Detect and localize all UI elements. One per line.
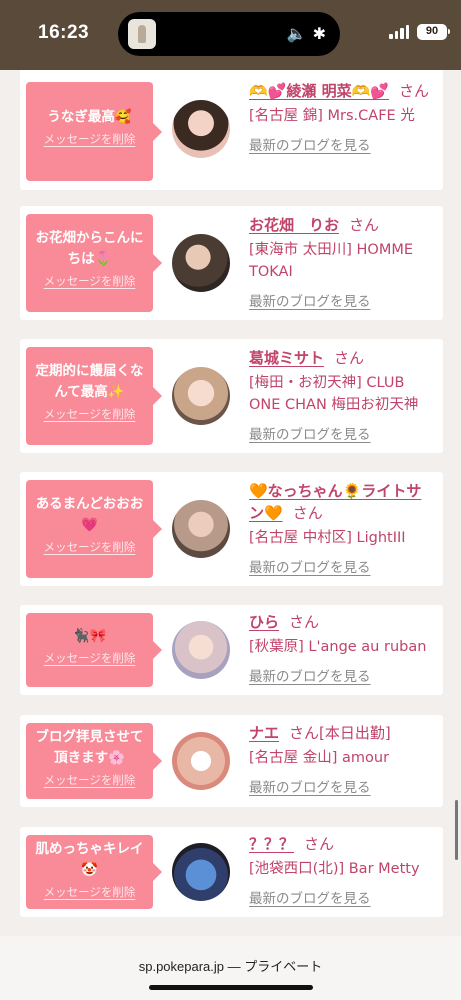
honorific: さん [398,82,429,100]
delete-message-link[interactable]: メッセージを削除 [44,539,136,555]
shop-info: [秋葉原] L'ange au ruban [249,639,427,655]
latest-blog-link[interactable]: 最新のブログを見る [249,776,435,796]
avatar[interactable] [172,100,230,158]
battery-icon: 90 [417,24,450,40]
message-feed[interactable]: うなぎ最高🥰 メッセージを削除 🫶💕綾瀬 明菜🫶💕 さん [名古屋 錦] Mrs.… [0,70,461,936]
honorific: さん [292,504,323,522]
message-card: 🐈‍⬛🎀 メッセージを削除 ひら さん [秋葉原] L'ange au ruban… [20,605,443,695]
message-text: お花畑からこんにちは🌷 [35,230,144,267]
message-text: 🐈‍⬛🎀 [72,628,107,644]
signal-icon [389,25,409,39]
profile-name-link[interactable]: ナエ [249,724,279,742]
profile-name-link[interactable]: 葛城ミサト [249,349,324,367]
profile-name-link[interactable]: 🫶💕綾瀬 明菜🫶💕 [249,82,389,100]
browser-bottom-bar: sp.pokepara.jp — プライベート [0,936,461,1000]
shop-info: [梅田・お初天神] CLUB ONE CHAN 梅田お初天神 [249,375,419,413]
avatar[interactable] [172,621,230,679]
latest-blog-link[interactable]: 最新のブログを見る [249,887,435,907]
delete-message-link[interactable]: メッセージを削除 [44,273,136,289]
message-bubble: ブログ拝見させて頂きます🌸 メッセージを削除 [26,723,162,799]
status-bar: 16:23 🔈 ✱ 90 [0,0,461,70]
profile-name-link[interactable]: ？？？ [249,835,294,853]
delete-message-link[interactable]: メッセージを削除 [44,650,136,666]
shop-info: [名古屋 錦] Mrs.CAFE 光 [249,108,415,124]
message-bubble: お花畑からこんにちは🌷 メッセージを削除 [26,214,162,312]
latest-blog-link[interactable]: 最新のブログを見る [249,290,435,310]
delete-message-link[interactable]: メッセージを削除 [44,884,136,900]
latest-blog-link[interactable]: 最新のブログを見る [249,134,435,154]
avatar[interactable] [172,732,230,790]
message-bubble: 定期的に饅届くなんて最高✨ メッセージを削除 [26,347,162,445]
delete-message-link[interactable]: メッセージを削除 [44,406,136,422]
latest-blog-link[interactable]: 最新のブログを見る [249,423,435,443]
message-card: うなぎ最高🥰 メッセージを削除 🫶💕綾瀬 明菜🫶💕 さん [名古屋 錦] Mrs.… [20,70,443,190]
profile-name-link[interactable]: 🧡なっちゃん🌻ライトサン🧡 [249,482,421,522]
profile-info: ？？？ さん [池袋西口(北)] Bar Metty 最新のブログを見る [249,833,435,907]
latest-blog-link[interactable]: 最新のブログを見る [249,556,435,576]
now-playing-thumbnail [128,19,156,49]
message-card: ブログ拝見させて頂きます🌸 メッセージを削除 ナエ さん[本日出勤] [名古屋 金… [20,715,443,807]
message-card: あるまんどおおお💗 メッセージを削除 🧡なっちゃん🌻ライトサン🧡 さん [名古屋 … [20,472,443,586]
profile-info: お花畑 りお さん [東海市 太田川] HOMME TOKAI 最新のブログを見る [249,214,435,310]
message-text: 肌めっちゃキレイ🤡 [35,841,144,878]
message-bubble: 🐈‍⬛🎀 メッセージを削除 [26,613,162,687]
mute-icon: 🔈 [286,24,307,43]
message-text: うなぎ最高🥰 [47,109,132,125]
avatar[interactable] [172,367,230,425]
bluetooth-icon: ✱ [312,24,326,43]
honorific: さん [334,349,365,367]
honorific: さん [304,835,335,853]
profile-info: ひら さん [秋葉原] L'ange au ruban 最新のブログを見る [249,611,435,685]
message-card: 肌めっちゃキレイ🤡 メッセージを削除 ？？？ さん [池袋西口(北)] Bar M… [20,827,443,917]
profile-info: 葛城ミサト さん [梅田・お初天神] CLUB ONE CHAN 梅田お初天神 最… [249,347,435,443]
home-indicator[interactable] [149,985,313,990]
message-bubble: うなぎ最高🥰 メッセージを削除 [26,82,162,181]
message-text: 定期的に饅届くなんて最高✨ [35,363,144,400]
dynamic-island: 🔈 ✱ [118,12,340,56]
message-text: ブログ拝見させて頂きます🌸 [35,729,144,766]
message-text: あるまんどおおお💗 [35,496,144,533]
url-label[interactable]: sp.pokepara.jp — プライベート [0,956,461,975]
shop-info: [名古屋 中村区] LightIII [249,530,406,546]
shop-info: [名古屋 金山] amour [249,750,390,766]
honorific: さん [289,613,320,631]
message-card: お花畑からこんにちは🌷 メッセージを削除 お花畑 りお さん [東海市 太田川] … [20,206,443,320]
status-time: 16:23 [38,22,90,43]
dynamic-island-icons: 🔈 ✱ [287,24,326,43]
avatar[interactable] [172,843,230,901]
profile-name-link[interactable]: お花畑 りお [249,216,339,234]
honorific: さん [349,216,380,234]
status-indicators: 90 [389,24,450,40]
profile-name-link[interactable]: ひら [249,613,279,631]
honorific: さん[本日出勤] [289,724,391,742]
delete-message-link[interactable]: メッセージを削除 [44,131,136,147]
latest-blog-link[interactable]: 最新のブログを見る [249,665,435,685]
shop-info: [東海市 太田川] HOMME TOKAI [249,242,414,280]
avatar[interactable] [172,500,230,558]
message-card: 定期的に饅届くなんて最高✨ メッセージを削除 葛城ミサト さん [梅田・お初天神]… [20,339,443,453]
profile-info: ナエ さん[本日出勤] [名古屋 金山] amour 最新のブログを見る [249,722,435,796]
shop-info: [池袋西口(北)] Bar Metty [249,861,420,877]
profile-info: 🫶💕綾瀬 明菜🫶💕 さん [名古屋 錦] Mrs.CAFE 光 最新のブログを見る [249,80,435,154]
message-bubble: 肌めっちゃキレイ🤡 メッセージを削除 [26,835,162,909]
profile-info: 🧡なっちゃん🌻ライトサン🧡 さん [名古屋 中村区] LightIII 最新のブロ… [249,480,435,576]
avatar[interactable] [172,234,230,292]
delete-message-link[interactable]: メッセージを削除 [44,772,136,788]
message-bubble: あるまんどおおお💗 メッセージを削除 [26,480,162,578]
scrollbar[interactable] [455,800,458,860]
